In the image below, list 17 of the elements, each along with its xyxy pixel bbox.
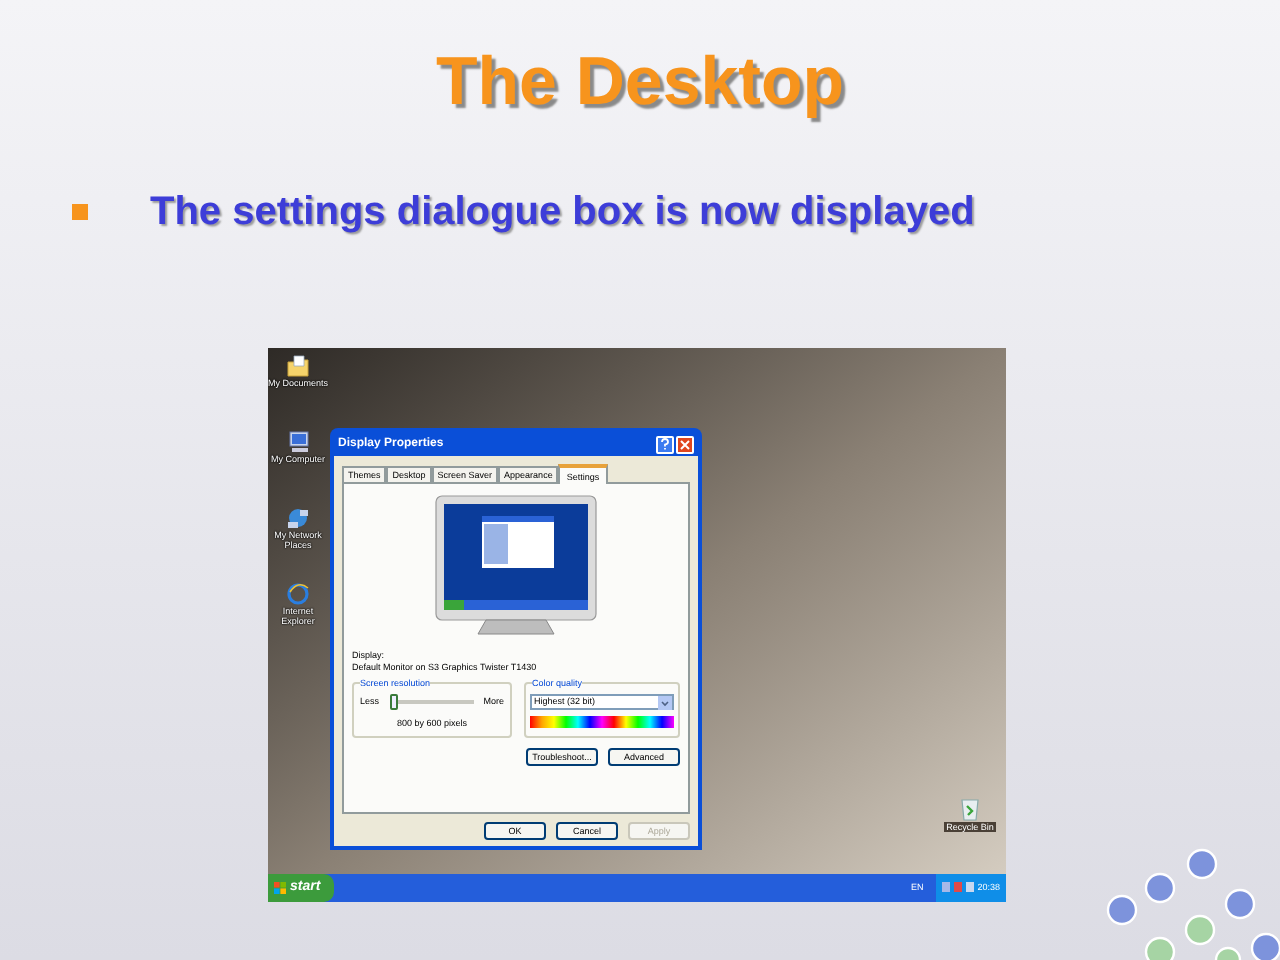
globe-icon[interactable] <box>286 582 310 606</box>
network-icon[interactable] <box>286 506 310 530</box>
recycle-bin-icon[interactable] <box>958 796 982 822</box>
slide-title: The Desktop <box>435 42 845 124</box>
bullet-text: The settings dialogue box is now displayed <box>150 188 975 238</box>
color-spectrum-bar <box>530 716 674 728</box>
windows-flag-icon <box>274 882 286 894</box>
bullet-icon <box>72 204 88 220</box>
help-icon <box>660 438 670 450</box>
tray-icons-drawing <box>941 882 974 894</box>
folder-icon[interactable] <box>286 354 310 378</box>
close-icon <box>680 439 690 449</box>
slider-thumb[interactable] <box>389 694 398 710</box>
help-button[interactable] <box>656 435 674 453</box>
dropdown-arrow-icon <box>658 695 672 709</box>
close-button[interactable] <box>676 435 694 453</box>
computer-icon[interactable] <box>286 430 310 454</box>
